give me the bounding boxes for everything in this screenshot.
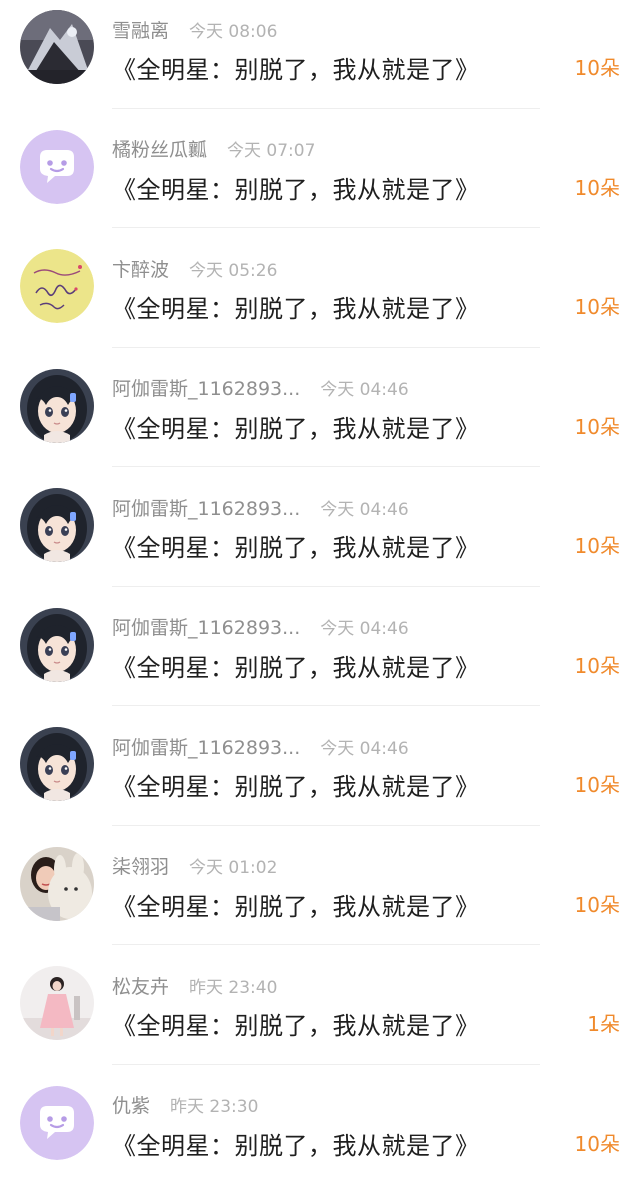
- timestamp: 今天 04:46: [320, 380, 409, 400]
- comment-meta: 阿伽雷斯_1162893... 今天 04:46: [112, 375, 409, 401]
- comment-meta: 橘粉丝瓜瓤 今天 07:07: [112, 136, 315, 162]
- comment-row[interactable]: 雪融离 今天 08:06 《全明星：别脱了，我从就是了》 10朵: [0, 0, 640, 120]
- comment-text: 《全明星：别脱了，我从就是了》: [112, 175, 480, 204]
- username[interactable]: 仇紫: [112, 1091, 150, 1118]
- avatar[interactable]: [20, 607, 94, 682]
- avatar[interactable]: [20, 727, 94, 801]
- comment-row[interactable]: 阿伽雷斯_1162893... 今天 04:46 《全明星：别脱了，我从就是了》…: [0, 478, 640, 598]
- photo-avatar-image: [20, 846, 94, 921]
- comment-row[interactable]: 阿伽雷斯_1162893... 今天 04:46 《全明星：别脱了，我从就是了》…: [0, 717, 640, 837]
- autograph-avatar-image: [20, 249, 94, 323]
- photo-avatar-image: [20, 966, 94, 1040]
- comment-row[interactable]: 阿伽雷斯_1162893... 今天 04:46 《全明星：别脱了，我从就是了》…: [0, 598, 640, 718]
- username[interactable]: 阿伽雷斯_1162893...: [112, 494, 300, 521]
- divider: [112, 585, 540, 587]
- flower-count: 10朵: [574, 56, 620, 80]
- timestamp: 昨天 23:40: [189, 977, 278, 998]
- avatar[interactable]: [20, 846, 94, 921]
- comment-text: 《全明星：别脱了，我从就是了》: [112, 56, 480, 84]
- timestamp: 今天 05:26: [189, 260, 278, 281]
- flower-count: 10朵: [574, 653, 620, 678]
- timestamp: 今天 04:46: [320, 738, 409, 759]
- flower-count: 10朵: [574, 175, 620, 200]
- comment-meta: 阿伽雷斯_1162893... 今天 04:46: [112, 733, 409, 759]
- comment-list: 雪融离 今天 08:06 《全明星：别脱了，我从就是了》 10朵 橘粉丝瓜瓤 今…: [0, 0, 640, 1182]
- username[interactable]: 松友卉: [112, 972, 169, 999]
- comment-text: 《全明星：别脱了，我从就是了》: [112, 773, 480, 801]
- avatar[interactable]: [20, 249, 94, 323]
- comment-row[interactable]: 卞醉波 今天 05:26 《全明星：别脱了，我从就是了》 10朵: [0, 239, 640, 359]
- username[interactable]: 柒翎羽: [112, 852, 169, 879]
- divider: [112, 1063, 540, 1065]
- comment-text: 《全明星：别脱了，我从就是了》: [112, 295, 480, 323]
- avatar[interactable]: [20, 10, 94, 84]
- avatar[interactable]: [20, 1085, 94, 1160]
- comment-meta: 松友卉 昨天 23:40: [112, 972, 277, 998]
- divider: [112, 227, 540, 228]
- username[interactable]: 阿伽雷斯_1162893...: [112, 733, 300, 760]
- username[interactable]: 橘粉丝瓜瓤: [112, 135, 207, 162]
- anime-avatar-image: [20, 727, 94, 801]
- username[interactable]: 阿伽雷斯_1162893...: [112, 613, 300, 640]
- timestamp: 今天 04:46: [320, 619, 409, 639]
- comment-row[interactable]: 阿伽雷斯_1162893... 今天 04:46 《全明星：别脱了，我从就是了》…: [0, 359, 640, 479]
- timestamp: 今天 04:46: [320, 499, 409, 520]
- timestamp: 今天 07:07: [227, 141, 316, 161]
- anime-avatar-image: [20, 368, 94, 443]
- flower-count: 10朵: [574, 892, 620, 917]
- comment-meta: 阿伽雷斯_1162893... 今天 04:46: [112, 494, 409, 520]
- comment-text: 《全明星：别脱了，我从就是了》: [112, 653, 480, 682]
- chat-bubble-icon: [20, 129, 94, 204]
- flower-count: 10朵: [574, 534, 620, 558]
- comment-text: 《全明星：别脱了，我从就是了》: [112, 534, 480, 562]
- divider: [112, 107, 540, 109]
- divider: [112, 944, 540, 945]
- comment-row[interactable]: 仇紫 昨天 23:30 《全明星：别脱了，我从就是了》 10朵: [0, 1076, 640, 1182]
- comment-text: 《全明星：别脱了，我从就是了》: [112, 892, 480, 921]
- comment-row[interactable]: 松友卉 昨天 23:40 《全明星：别脱了，我从就是了》 1朵: [0, 956, 640, 1076]
- flower-count: 1朵: [587, 1012, 620, 1036]
- flower-count: 10朵: [574, 414, 620, 439]
- comment-text: 《全明星：别脱了，我从就是了》: [112, 414, 480, 443]
- divider: [112, 346, 540, 348]
- anime-avatar-image: [20, 607, 94, 682]
- comment-meta: 仇紫 昨天 23:30: [112, 1092, 258, 1118]
- avatar[interactable]: [20, 966, 94, 1040]
- flower-count: 10朵: [574, 773, 620, 797]
- username[interactable]: 阿伽雷斯_1162893...: [112, 374, 300, 401]
- divider: [112, 824, 540, 826]
- comment-meta: 阿伽雷斯_1162893... 今天 04:46: [112, 614, 409, 640]
- username[interactable]: 雪融离: [112, 16, 169, 43]
- avatar[interactable]: [20, 488, 94, 562]
- chat-bubble-icon: [20, 1085, 94, 1160]
- avatar[interactable]: [20, 368, 94, 443]
- comment-meta: 雪融离 今天 08:06: [112, 16, 277, 42]
- comment-meta: 卞醉波 今天 05:26: [112, 255, 277, 281]
- avatar[interactable]: [20, 129, 94, 204]
- divider: [112, 466, 540, 467]
- flower-count: 10朵: [574, 295, 620, 319]
- divider: [112, 705, 540, 706]
- comment-row[interactable]: 橘粉丝瓜瓤 今天 07:07 《全明星：别脱了，我从就是了》 10朵: [0, 120, 640, 240]
- flower-count: 10朵: [574, 1131, 620, 1156]
- anime-avatar-image: [20, 488, 94, 562]
- comment-row[interactable]: 柒翎羽 今天 01:02 《全明星：别脱了，我从就是了》 10朵: [0, 837, 640, 957]
- comment-text: 《全明星：别脱了，我从就是了》: [112, 1012, 480, 1040]
- comment-meta: 柒翎羽 今天 01:02: [112, 853, 277, 879]
- timestamp: 今天 01:02: [189, 858, 278, 878]
- timestamp: 今天 08:06: [189, 21, 278, 42]
- comment-text: 《全明星：别脱了，我从就是了》: [112, 1131, 480, 1160]
- timestamp: 昨天 23:30: [170, 1097, 259, 1117]
- photo-avatar-image: [20, 10, 94, 84]
- username[interactable]: 卞醉波: [112, 255, 169, 282]
